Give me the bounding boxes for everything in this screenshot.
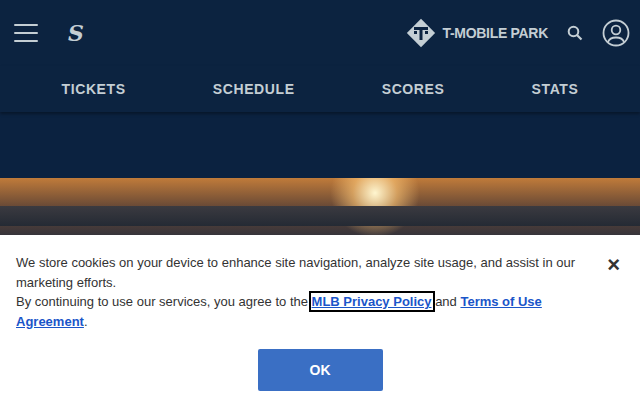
privacy-link[interactable]: MLB Privacy Policy [312, 294, 432, 309]
nav-item[interactable]: SCORES [374, 77, 453, 101]
menu-icon-bar [14, 32, 38, 34]
nav-item[interactable]: TICKETS [54, 77, 134, 101]
nav-item[interactable]: STATS [524, 77, 587, 101]
ad-band [0, 112, 640, 178]
main-nav: TICKETS SCHEDULE SCORES STATS [0, 66, 640, 112]
search-button[interactable] [560, 18, 590, 48]
nav-item[interactable]: SCHEDULE [205, 77, 303, 101]
menu-icon-bar [14, 40, 38, 42]
cookie-text: By continuing to use our services, you a… [16, 294, 312, 309]
cookie-banner: × We store cookies on your device to enha… [0, 235, 640, 400]
close-button[interactable]: × [607, 253, 620, 277]
team-logo[interactable]: S [64, 18, 88, 48]
account-button[interactable] [600, 17, 632, 49]
search-icon [567, 25, 583, 41]
cookie-text: We store cookies on your device to enhan… [16, 255, 575, 290]
menu-icon[interactable] [14, 24, 38, 42]
user-icon [602, 19, 630, 47]
top-header: S T-MOBILE PARK [0, 0, 640, 66]
ok-button[interactable]: OK [258, 349, 383, 391]
button-row: OK [16, 349, 624, 391]
park-logo[interactable]: T-MOBILE PARK [405, 17, 548, 49]
park-diamond-icon [405, 17, 437, 49]
stands [0, 206, 640, 226]
cookie-text: and [432, 294, 461, 309]
cookie-message: We store cookies on your device to enhan… [16, 253, 576, 331]
cookie-text: . [84, 314, 88, 329]
menu-icon-bar [14, 24, 38, 26]
park-name: T-MOBILE PARK [442, 25, 548, 41]
